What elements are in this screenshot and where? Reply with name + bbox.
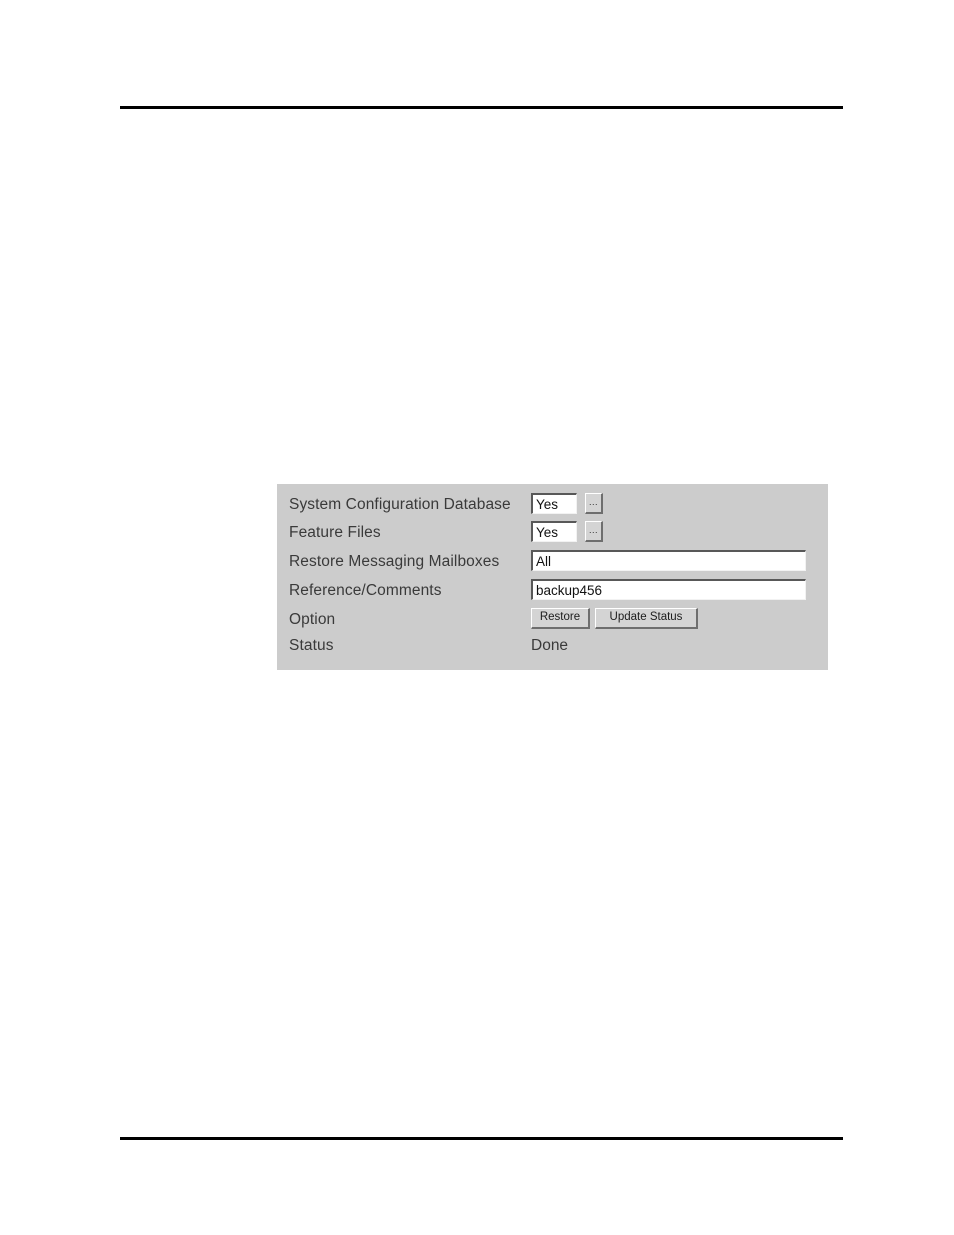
system-configuration-database-field[interactable]: Yes: [531, 493, 577, 514]
form-row-restore-messaging-mailboxes: Restore Messaging Mailboxes All: [277, 550, 828, 578]
label-status: Status: [289, 637, 334, 654]
feature-files-field[interactable]: Yes: [531, 521, 577, 542]
form-row-system-configuration-database: System Configuration Database Yes ...: [277, 493, 828, 521]
update-status-button[interactable]: Update Status: [595, 608, 698, 629]
restore-button[interactable]: Restore: [531, 608, 590, 629]
status-value: Done: [531, 637, 569, 654]
form-row-option: Option Restore Update Status: [277, 608, 828, 636]
control-system-configuration-database: Yes ...: [531, 493, 603, 517]
label-option: Option: [289, 611, 336, 628]
control-reference-comments: backup456: [531, 579, 806, 603]
form-row-feature-files: Feature Files Yes ...: [277, 521, 828, 549]
system-configuration-database-browse-button[interactable]: ...: [585, 493, 603, 514]
restore-messaging-mailboxes-field[interactable]: All: [531, 550, 806, 571]
label-reference-comments: Reference/Comments: [289, 582, 442, 599]
reference-comments-field[interactable]: backup456: [531, 579, 806, 600]
feature-files-browse-button[interactable]: ...: [585, 521, 603, 542]
control-restore-messaging-mailboxes: All: [531, 550, 806, 574]
label-restore-messaging-mailboxes: Restore Messaging Mailboxes: [289, 553, 500, 570]
form-row-status: Status Done: [277, 634, 828, 662]
restore-form-panel: System Configuration Database Yes ... Fe…: [277, 484, 828, 670]
footer-rule: [120, 1137, 843, 1140]
control-feature-files: Yes ...: [531, 521, 603, 545]
label-feature-files: Feature Files: [289, 524, 381, 541]
document-page: System Configuration Database Yes ... Fe…: [0, 0, 954, 1235]
label-system-configuration-database: System Configuration Database: [289, 496, 511, 513]
form-row-reference-comments: Reference/Comments backup456: [277, 579, 828, 607]
header-rule: [120, 106, 843, 109]
